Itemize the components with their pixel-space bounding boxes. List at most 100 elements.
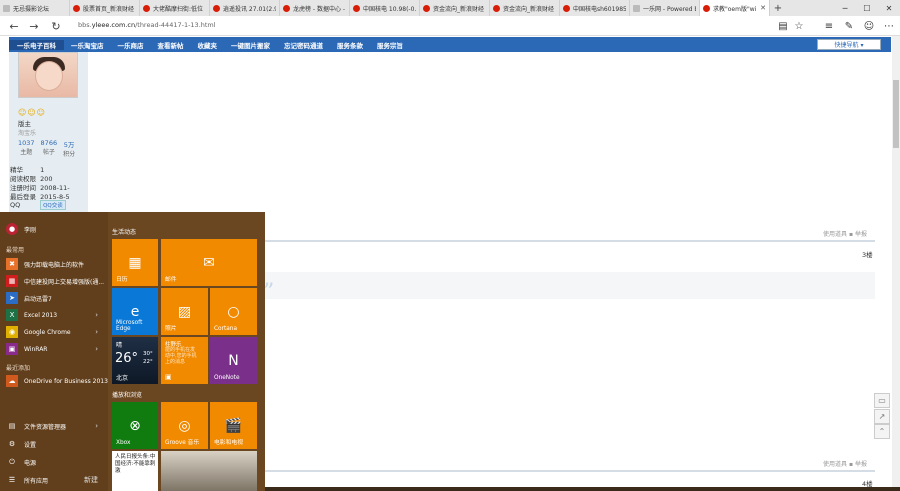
apps-icon: ☰: [8, 476, 16, 484]
new-tab-button[interactable]: +: [770, 0, 786, 16]
news-headline: 人民日报头条:中国经济:不能靠刺激: [115, 454, 156, 474]
thunder-icon: ➤: [6, 292, 18, 304]
store-tile[interactable]: 柱野乐 能的手机在发 动中,您的手机 上的消息 ▣: [161, 337, 208, 384]
groove-tile[interactable]: ◎ Groove 音乐: [161, 402, 208, 449]
tab-title: 中国核电sh601985_: [573, 5, 626, 13]
start-app-item[interactable]: ☁ OneDrive for Business 2013: [6, 374, 108, 388]
stat-points[interactable]: 5万 积分: [63, 139, 75, 158]
photos-tile[interactable]: ▨ 照片: [161, 288, 208, 335]
cortana-tile[interactable]: ○ Cortana: [210, 288, 257, 335]
site-nav-item[interactable]: 查看新帖: [151, 40, 191, 50]
browser-tab[interactable]: 无忌摄影论坛: [0, 0, 70, 16]
reading-view-icon[interactable]: ▤: [776, 19, 790, 33]
more-icon[interactable]: ⋯: [882, 19, 896, 33]
start-app-item[interactable]: ✖ 强力卸载电脑上的软件: [6, 257, 106, 271]
tile-label: Xbox: [116, 440, 131, 446]
maximize-button[interactable]: ☐: [856, 0, 878, 16]
web-note-icon[interactable]: ✎: [842, 19, 856, 33]
taskbar-strip: [265, 487, 900, 491]
avatar[interactable]: [18, 52, 78, 98]
start-user-account[interactable]: ● 李刚: [6, 222, 106, 236]
site-nav-item[interactable]: 服务条款: [330, 40, 370, 50]
tab-close-icon[interactable]: ✕: [760, 4, 766, 12]
start-bottom-item[interactable]: ⏻ 电源: [6, 455, 106, 469]
forward-button[interactable]: →: [26, 18, 42, 34]
hub-icon[interactable]: ≡: [822, 19, 836, 33]
start-item-label: 李刚: [24, 226, 37, 234]
use-item-link[interactable]: 使用道具: [823, 461, 847, 468]
browser-tab[interactable]: 逍遥投讯 27.01(2.93: [210, 0, 280, 16]
info-row-qq: QQ QQ交谈: [10, 200, 66, 210]
site-nav-item[interactable]: 一乐商店: [111, 40, 151, 50]
stat-label: 积分: [63, 151, 76, 158]
tab-favicon-icon: [353, 4, 360, 12]
tile-group-label: 生活动态: [112, 229, 137, 236]
start-app-item[interactable]: ▣ WinRAR ›: [6, 342, 106, 356]
weather-tile[interactable]: 晴 26° 30° 22° 北京: [112, 337, 158, 384]
page-scrollbar[interactable]: [892, 36, 900, 491]
tab-title: 一乐网 - Powered b: [643, 5, 696, 13]
close-window-button[interactable]: ✕: [878, 0, 900, 16]
browser-tab[interactable]: 资金流向_新浪财经: [490, 0, 560, 16]
browser-tab[interactable]: 股票首页_新浪财经: [70, 0, 140, 16]
report-link[interactable]: 举报: [855, 231, 867, 238]
power-icon: ⏻: [9, 457, 15, 466]
quick-nav-dropdown[interactable]: 快捷导航 ▾: [817, 39, 881, 50]
start-bottom-item[interactable]: ▤ 文件资源管理器 ›: [6, 419, 106, 433]
start-app-item[interactable]: ▦ 中信建投网上交易增强版(通...: [6, 274, 106, 288]
mail-tile[interactable]: ✉ 邮件: [161, 239, 257, 286]
share-side-button[interactable]: ↗: [874, 409, 890, 424]
floor-number[interactable]: 3楼: [862, 249, 873, 259]
start-app-item[interactable]: ◉ Google Chrome ›: [6, 325, 106, 339]
start-menu: ● 李刚 最常用 ✖ 强力卸载电脑上的软件 ▦ 中信建投网上交易增强版(通... ➤ 启动迅雷7…: [0, 212, 265, 491]
scrollbar-thumb[interactable]: [893, 80, 899, 148]
share-icon[interactable]: ☺: [862, 19, 876, 33]
stat-posts[interactable]: 8766 帖子: [41, 139, 58, 158]
qq-chat-button[interactable]: QQ交谈: [40, 200, 66, 210]
favorite-star-icon[interactable]: ☆: [792, 19, 806, 33]
calendar-tile[interactable]: ▦ 日历: [112, 239, 158, 286]
back-to-top-button[interactable]: ⌃: [874, 424, 890, 439]
site-nav-item[interactable]: 一键图片搬家: [224, 40, 277, 50]
tab-favicon-icon: [213, 4, 220, 12]
news-tile[interactable]: 人民日报头条:中国经济:不能靠刺激: [112, 451, 158, 491]
tab-favicon-icon: [423, 4, 430, 12]
url-prefix: bbs.: [78, 21, 92, 29]
movies-tile[interactable]: 🎬 电影和电视: [210, 402, 257, 449]
browser-tab[interactable]: 大佬酷摩扫街:低位: [140, 0, 210, 16]
site-nav-item[interactable]: 服务宗旨: [370, 40, 410, 50]
minimize-button[interactable]: ─: [834, 0, 856, 16]
browser-tab[interactable]: 资金流向_新浪财经: [420, 0, 490, 16]
site-nav-item[interactable]: 一乐淘宝店: [64, 40, 111, 50]
site-nav-item[interactable]: 忘记密码通道: [277, 40, 330, 50]
browser-tab[interactable]: 中国核电sh601985_: [560, 0, 630, 16]
site-nav-item[interactable]: 一乐电子百科: [9, 39, 64, 50]
xbox-tile[interactable]: ⊗ Xbox: [112, 402, 158, 449]
report-link[interactable]: 举报: [855, 461, 867, 468]
reply-side-button[interactable]: ▭: [874, 393, 890, 408]
refresh-button[interactable]: ↻: [48, 18, 64, 34]
browser-tab[interactable]: 中国核电 10.98(-0.6: [350, 0, 420, 16]
browser-tab[interactable]: 一乐网 - Powered b: [630, 0, 700, 16]
site-nav-item[interactable]: 收藏夹: [191, 40, 225, 50]
footer-separator: ▪: [848, 231, 854, 238]
stat-topics[interactable]: 1037 主题: [18, 139, 35, 158]
quote-block: [263, 272, 875, 299]
onenote-tile[interactable]: N OneNote: [210, 337, 257, 384]
start-item-label: 中信建投网上交易增强版(通...: [24, 278, 105, 286]
tab-title: 龙虎榜 - 数据中心 -: [293, 5, 346, 13]
use-item-link[interactable]: 使用道具: [823, 231, 847, 238]
browser-tab[interactable]: 求教"oem版"wi ✕: [700, 0, 770, 16]
news-image[interactable]: [161, 451, 257, 491]
start-app-item[interactable]: X Excel 2013 ›: [6, 308, 106, 322]
start-item-label: Excel 2013: [24, 311, 58, 319]
edge-tile[interactable]: e Microsoft Edge: [112, 288, 158, 335]
start-bottom-item[interactable]: ⚙ 设置: [6, 437, 106, 451]
start-bottom-item[interactable]: ☰ 所有应用 新建: [6, 473, 106, 487]
author-profile-panel: ☺☺☺ 版主 淘宝乐 1037 主题 8766 帖子 5万 积分 精华 1 阅读权限 …: [9, 52, 88, 212]
start-app-item[interactable]: ➤ 启动迅雷7: [6, 291, 106, 305]
browser-tab[interactable]: 龙虎榜 - 数据中心 -: [280, 0, 350, 16]
url-field[interactable]: bbs.yleee.com.cn/thread-44417-1-13.html: [78, 21, 216, 29]
back-button[interactable]: ←: [6, 18, 22, 34]
tab-title: 中国核电 10.98(-0.6: [363, 5, 416, 13]
